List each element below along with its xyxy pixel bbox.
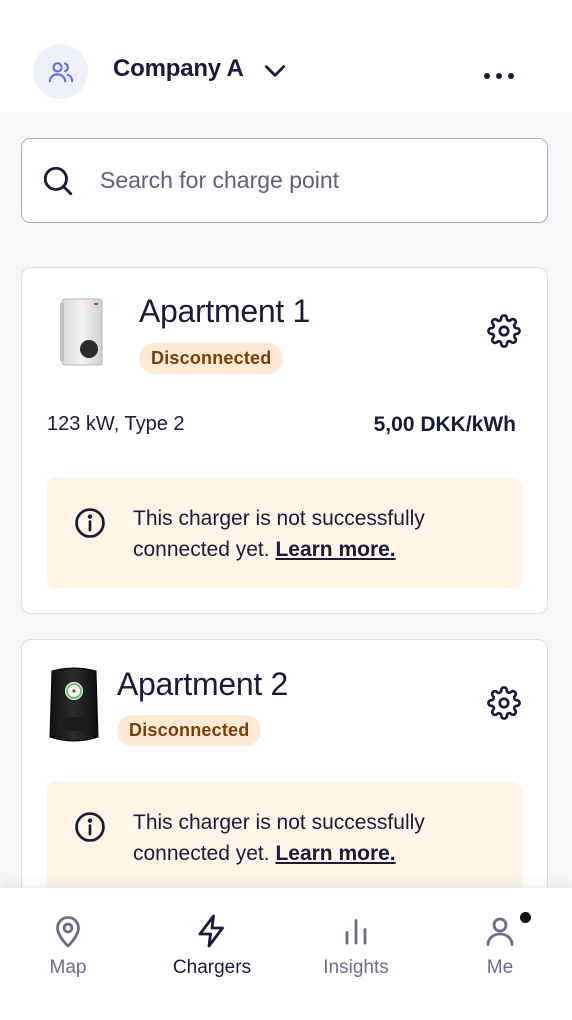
nav-label-chargers: Chargers <box>172 957 252 978</box>
status-badge: Disconnected <box>117 715 262 746</box>
info-message: This charger is not successfully connect… <box>133 807 503 869</box>
status-badge: Disconnected <box>139 343 284 374</box>
more-horizontal-icon[interactable] <box>482 62 516 88</box>
bar-chart-icon <box>345 919 367 945</box>
learn-more-link[interactable]: Learn more. <box>275 538 395 561</box>
users-icon <box>48 61 73 82</box>
charger-image <box>49 667 99 742</box>
search-bar[interactable] <box>21 138 548 223</box>
charger-name: Apartment 2 <box>117 666 289 702</box>
header: Company A <box>0 0 572 112</box>
bottom-nav: Map Chargers Insights Me <box>0 887 572 1020</box>
info-message: This charger is not successfully connect… <box>133 503 503 565</box>
company-name[interactable]: Company A <box>113 55 244 83</box>
nav-label-map: Map <box>49 957 87 978</box>
lightning-icon <box>198 914 224 948</box>
company-avatar[interactable] <box>33 44 88 99</box>
charger-name: Apartment 1 <box>139 293 311 329</box>
nav-item-me[interactable]: Me <box>435 888 565 998</box>
search-icon <box>43 166 73 196</box>
gear-icon[interactable] <box>487 314 521 348</box>
notification-dot <box>520 912 531 923</box>
info-banner: This charger is not successfully connect… <box>47 782 522 892</box>
app-root: Company A Search for charge point Apartm… <box>0 0 572 1020</box>
charger-image <box>60 298 103 366</box>
nav-label-me: Me <box>486 957 514 978</box>
chevron-down-icon[interactable] <box>262 58 288 84</box>
nav-item-chargers[interactable]: Chargers <box>147 888 277 998</box>
info-icon <box>75 508 105 538</box>
info-icon <box>75 812 105 842</box>
nav-label-insights: Insights <box>323 957 389 978</box>
charger-specs: 123 kW, Type 2 <box>47 413 185 435</box>
charger-card[interactable]: Apartment 1 Disconnected 123 kW, Type 2 … <box>21 267 548 614</box>
charger-price: 5,00 DKK/kWh <box>373 413 516 436</box>
search-input[interactable] <box>100 153 520 207</box>
info-banner: This charger is not successfully connect… <box>47 478 522 588</box>
user-icon <box>486 917 514 946</box>
learn-more-link[interactable]: Learn more. <box>275 842 395 865</box>
map-pin-icon <box>56 916 80 948</box>
gear-icon[interactable] <box>487 686 521 720</box>
nav-item-insights[interactable]: Insights <box>291 888 421 998</box>
nav-item-map[interactable]: Map <box>3 888 133 998</box>
